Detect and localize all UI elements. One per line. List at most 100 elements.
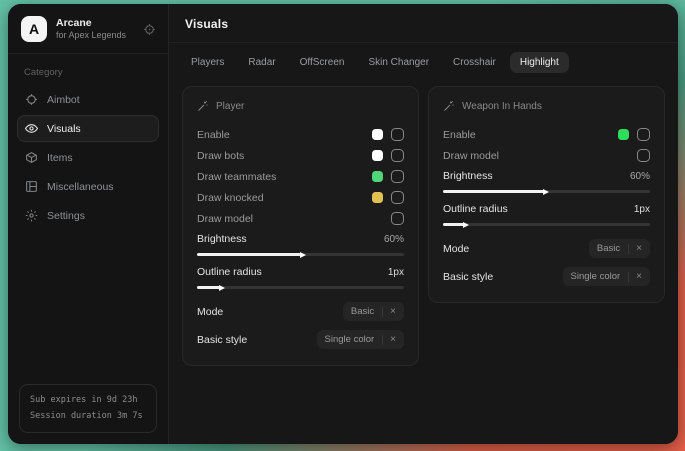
setting-label: Mode <box>443 243 469 255</box>
page-title: Visuals <box>185 17 662 31</box>
setting-row-draw-model: Draw model <box>197 208 404 229</box>
content: Player Enable Draw bots Draw teammates Draw … <box>169 80 678 372</box>
setting-label: Outline radius <box>443 203 508 215</box>
select-mode[interactable]: Basic × <box>343 302 404 321</box>
session-duration-text: Session duration 3m 7s <box>30 409 146 424</box>
color-swatch-enable[interactable] <box>618 129 629 140</box>
setting-row-outline-radius: Outline radius 1px <box>443 203 650 226</box>
sidebar-item-items[interactable]: Items <box>17 144 159 171</box>
setting-row-draw-knocked: Draw knocked <box>197 187 404 208</box>
checkbox-enable[interactable] <box>637 128 650 141</box>
tab-radar[interactable]: Radar <box>238 52 285 73</box>
setting-label: Draw teammates <box>197 171 276 183</box>
select-basic-style[interactable]: Single color× <box>563 267 650 286</box>
slider-brightness[interactable] <box>197 253 404 256</box>
panel-title: Weapon In Hands <box>443 100 650 112</box>
setting-row-mode: Mode Basic × <box>197 299 404 324</box>
crosshair-icon <box>25 93 38 106</box>
slider-outline-radius[interactable] <box>443 223 650 226</box>
tab-offscreen[interactable]: OffScreen <box>290 52 355 73</box>
checkbox-draw-model[interactable] <box>391 212 404 225</box>
slider-value: 1px <box>634 204 650 215</box>
sidebar: A Arcane for Apex Legends Category Aimbo… <box>8 4 169 444</box>
sidebar-item-label: Miscellaneous <box>47 181 114 193</box>
setting-label: Brightness <box>197 233 247 245</box>
setting-label: Mode <box>197 306 223 318</box>
setting-row-draw-model: Draw model <box>443 145 650 166</box>
sidebar-item-settings[interactable]: Settings <box>17 202 159 229</box>
sidebar-item-miscellaneous[interactable]: Miscellaneous <box>17 173 159 200</box>
slider-brightness[interactable] <box>443 190 650 193</box>
setting-row-brightness: Brightness60% <box>443 170 650 193</box>
slider-thumb[interactable] <box>543 189 549 195</box>
setting-row-brightness: Brightness 60% <box>197 233 404 256</box>
checkbox-draw-teammates[interactable] <box>391 170 404 183</box>
setting-label: Draw knocked <box>197 192 264 204</box>
select-basic-style[interactable]: Single color × <box>317 330 404 349</box>
slider-thumb[interactable] <box>300 252 306 258</box>
sidebar-header: A Arcane for Apex Legends <box>8 4 168 54</box>
sidebar-item-visuals[interactable]: Visuals <box>17 115 159 142</box>
tab-players[interactable]: Players <box>181 52 234 73</box>
color-swatch-draw-knocked[interactable] <box>372 192 383 203</box>
slider-outline-radius[interactable] <box>197 286 404 289</box>
sidebar-item-label: Aimbot <box>47 94 80 106</box>
checkbox-draw-knocked[interactable] <box>391 191 404 204</box>
remove-icon[interactable]: × <box>628 244 642 254</box>
color-swatch-enable[interactable] <box>372 129 383 140</box>
remove-icon[interactable]: × <box>382 307 396 317</box>
checkbox-enable[interactable] <box>391 128 404 141</box>
setting-label: Draw model <box>197 213 253 225</box>
setting-row-enable: Enable <box>197 124 404 145</box>
app-name: Arcane <box>56 17 134 30</box>
setting-label: Draw bots <box>197 150 244 162</box>
setting-label: Enable <box>443 129 476 141</box>
sidebar-nav: Aimbot Visuals Items Miscellaneous Settings <box>8 85 168 230</box>
panel-title: Player <box>197 100 404 112</box>
tab-crosshair[interactable]: Crosshair <box>443 52 506 73</box>
sidebar-item-aimbot[interactable]: Aimbot <box>17 86 159 113</box>
remove-icon[interactable]: × <box>628 272 642 282</box>
setting-row-basic-style: Basic style Single color × <box>197 327 404 352</box>
sidebar-item-label: Settings <box>47 210 85 222</box>
tab-skin-changer[interactable]: Skin Changer <box>358 52 439 73</box>
slider-value: 1px <box>388 267 404 278</box>
select-mode[interactable]: Basic × <box>589 239 650 258</box>
gear-icon <box>25 209 38 222</box>
setting-label: Outline radius <box>197 266 262 278</box>
setting-label: Brightness <box>443 170 493 182</box>
setting-row-mode: Mode Basic × <box>443 236 650 261</box>
app-window: A Arcane for Apex Legends Category Aimbo… <box>8 4 678 444</box>
checkbox-draw-bots[interactable] <box>391 149 404 162</box>
color-swatch-draw-teammates[interactable] <box>372 171 383 182</box>
sidebar-item-label: Items <box>47 152 73 164</box>
setting-label: Basic style <box>197 334 247 346</box>
main-area: Visuals PlayersRadarOffScreenSkin Change… <box>169 4 678 444</box>
slider-thumb[interactable] <box>219 285 225 291</box>
layout-icon <box>25 180 38 193</box>
slider-thumb[interactable] <box>463 222 469 228</box>
panel-weapon-in-hands: Weapon In Hands Enable Draw model Brightnes… <box>428 86 665 303</box>
setting-row-outline-radius: Outline radius 1px <box>197 266 404 289</box>
select-value: Basic <box>597 243 620 254</box>
app-subtitle: for Apex Legends <box>56 30 134 41</box>
select-value: Basic <box>351 306 374 317</box>
eye-icon <box>25 122 38 135</box>
sidebar-item-label: Visuals <box>47 123 81 135</box>
setting-row-draw-bots: Draw bots <box>197 145 404 166</box>
color-swatch-draw-bots[interactable] <box>372 150 383 161</box>
target-icon[interactable] <box>143 23 156 36</box>
panel-player: Player Enable Draw bots Draw teammates Draw … <box>182 86 419 366</box>
setting-label: Draw model <box>443 150 499 162</box>
category-label: Category <box>24 67 154 78</box>
setting-row-enable: Enable <box>443 124 650 145</box>
setting-label: Basic style <box>443 271 493 283</box>
tab-highlight[interactable]: Highlight <box>510 52 569 73</box>
remove-icon[interactable]: × <box>382 335 396 345</box>
box-icon <box>25 151 38 164</box>
wand-icon <box>443 100 455 112</box>
checkbox-draw-model[interactable] <box>637 149 650 162</box>
wand-icon <box>197 100 209 112</box>
slider-value: 60% <box>384 234 404 245</box>
select-value: Single color <box>325 334 375 345</box>
